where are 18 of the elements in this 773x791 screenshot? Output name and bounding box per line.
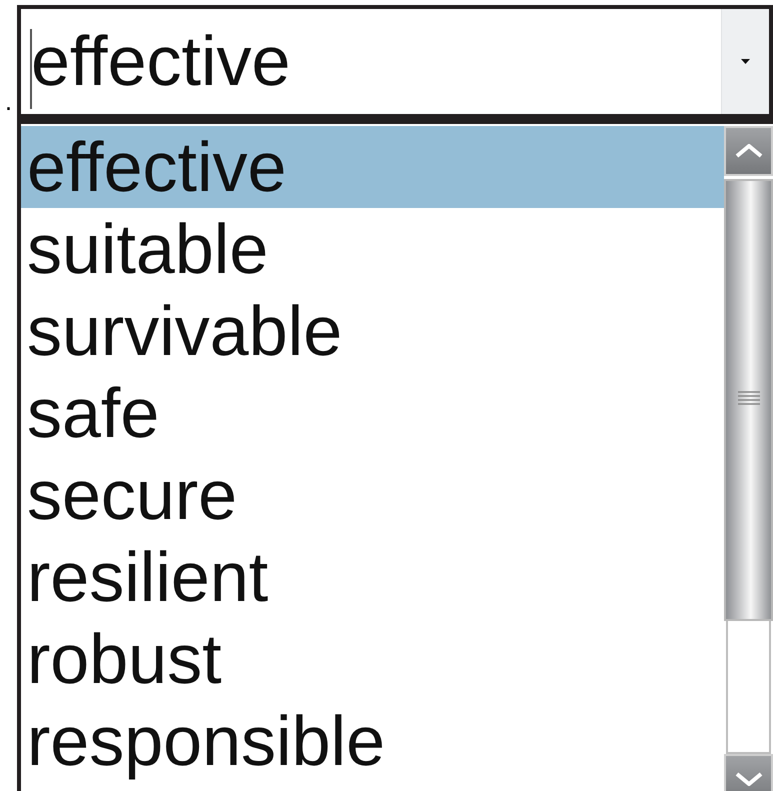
combo-box[interactable]: effective [17,5,773,124]
leading-text: . [4,85,14,114]
scrollbar-thumb[interactable] [724,179,773,621]
chevron-up-icon [734,144,762,158]
grip-icon [738,391,760,407]
caret-icon [741,59,750,64]
dropdown-option[interactable]: responsible [21,700,724,782]
dropdown-option[interactable]: secure [21,454,724,536]
dropdown-option[interactable]: resilient [21,536,724,618]
dropdown-option[interactable]: suitable [21,208,724,290]
combo-input-field[interactable]: effective [21,9,721,114]
scroll-down-button[interactable] [724,754,773,791]
chevron-down-icon [734,772,762,786]
dropdown-option[interactable]: robust [21,618,724,700]
dropdown-option[interactable]: effective [21,126,724,208]
scroll-up-button[interactable] [724,126,773,176]
dropdown-option[interactable]: safe [21,372,724,454]
dropdown-option[interactable]: survivable [21,290,724,372]
